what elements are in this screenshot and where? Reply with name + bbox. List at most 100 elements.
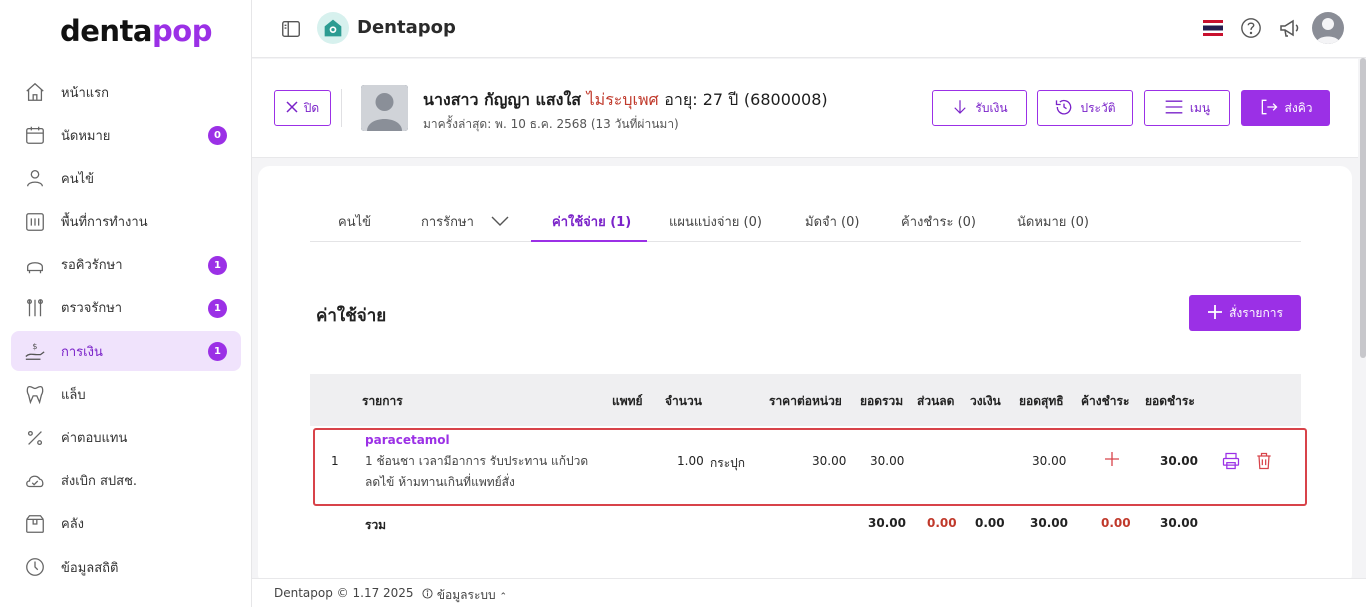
count-badge: 1 [208,342,227,362]
chevron-up-icon: ⌃ [499,592,508,602]
app-title: Dentapop [357,17,456,38]
footer: Dentapop © 1.17 2025 ข้อมูลระบบ ⌃ [252,578,1366,607]
calendar-icon [23,123,47,147]
total-label: รวม [365,518,387,532]
section-title: ค่าใช้จ่าย [316,306,387,326]
item-unit: กระปุก [710,456,746,470]
user-icon [23,166,47,190]
header-outstanding: ค้างชำระ [1081,394,1130,408]
last-visit: มาครั้งล่าสุด: พ. 10 ธ.ค. 2568 (13 วันที… [423,117,679,131]
sidebar-item-finance[interactable]: $ การเงิน 1 [11,331,241,372]
tab-treatment[interactable]: การรักษา [421,211,510,232]
header-net: ยอดสุทธิ [1019,394,1064,408]
sidebar-item-label: ค่าตอบแทน [61,431,128,446]
close-icon [286,100,298,116]
cloud-check-icon [23,469,47,493]
patient-avatar [361,85,408,131]
user-avatar[interactable] [1312,12,1344,44]
header-pay: ยอดชำระ [1145,394,1195,408]
patient-sex: ไม่ระบุเพศ [586,90,659,109]
history-icon [1054,97,1074,120]
item-description: 1 ช้อนชา เวลามีอาการ รับประทาน แก้ปวด ลด… [365,454,589,489]
sidebar-toggle-icon[interactable] [280,18,302,40]
sidebar-item-label: พื้นที่การทำงาน [61,215,148,231]
header-unit-price: ราคาต่อหน่วย [769,394,842,408]
patient-header: ปิด นางสาว กัญญา แสงใส ไม่ระบุเพศ อายุ: … [252,59,1358,158]
sidebar-item-label: หน้าแรก [61,85,109,101]
patient-hn: (6800008) [743,90,828,109]
item-name[interactable]: paracetamol [365,433,450,447]
tab-appointments[interactable]: นัดหมาย (0) [1017,211,1089,232]
sidebar-item-lab[interactable]: แล็บ [11,374,241,414]
sidebar-item-label: รอคิวรักษา [61,258,123,274]
tab-expenses[interactable]: ค่าใช้จ่าย (1) [552,211,631,232]
expenses-card: คนไข้ การรักษา ค่าใช้จ่าย (1) แผนแบ่งจ่า… [258,166,1352,586]
add-item-button[interactable]: สั่งรายการ [1189,295,1301,331]
page-scrollbar[interactable] [1360,58,1366,358]
sidebar-item-examination[interactable]: ตรวจรักษา 1 [11,288,241,328]
close-button[interactable]: ปิด [274,90,331,126]
trash-icon[interactable] [1254,451,1274,474]
sidebar-item-statistics[interactable]: ข้อมูลสถิติ [11,547,241,587]
header-item: รายการ [362,394,403,408]
patient-name: นางสาว กัญญา แสงใส ไม่ระบุเพศ อายุ: 27 ป… [423,90,828,109]
item-total: 30.00 [870,454,905,468]
app-logo[interactable]: dentapop [60,14,212,48]
count-badge: 0 [208,126,227,146]
workspace-icon [23,210,47,234]
chevron-down-icon [490,215,510,231]
sum-credit: 0.00 [975,516,1005,530]
dental-tools-icon [23,296,47,320]
header-doctor: แพทย์ [612,394,643,408]
patient-age: อายุ: 27 ปี [664,90,739,109]
sidebar-item-appointments[interactable]: นัดหมาย 0 [11,115,241,155]
divider [341,89,342,127]
receive-payment-button[interactable]: รับเงิน [932,90,1027,126]
item-pay: 30.00 [1160,454,1198,468]
sidebar-item-label: คลัง [61,517,85,533]
sidebar: dentapop หน้าแรก นัดหมาย 0 คนไข้ พื้นที่… [0,0,252,607]
menu-button[interactable]: เมนู [1144,90,1230,126]
megaphone-icon[interactable] [1278,16,1302,40]
sidebar-item-nhso-claim[interactable]: ส่งเบิก สปสช. [11,461,241,501]
send-queue-button[interactable]: ส่งคิว [1241,90,1330,126]
sum-discount: 0.00 [927,516,957,530]
header-discount: ส่วนลด [917,394,955,408]
tab-outstanding[interactable]: ค้างชำระ (0) [901,211,976,232]
sum-total: 30.00 [868,516,906,530]
count-badge: 1 [208,298,227,318]
header-total: ยอดรวม [860,394,904,408]
sidebar-item-label: ส่งเบิก สปสช. [61,474,138,490]
tab-patient[interactable]: คนไข้ [338,211,371,232]
system-info-link[interactable]: ข้อมูลระบบ ⌃ [422,586,507,605]
item-net: 30.00 [1032,454,1067,468]
header-qty: จำนวน [665,394,702,408]
item-qty: 1.00 [677,454,704,468]
help-icon[interactable] [1240,17,1262,39]
svg-text:$: $ [32,341,37,351]
sidebar-item-label: ตรวจรักษา [61,301,123,317]
chart-icon [23,555,47,579]
table-header: รายการ แพทย์ จำนวน ราคาต่อหน่วย ยอดรวม ส… [310,374,1301,426]
sidebar-item-waiting-queue[interactable]: รอคิวรักษา 1 [11,245,241,285]
arrow-down-icon [951,98,969,119]
sidebar-item-workspace[interactable]: พื้นที่การทำงาน [11,202,241,242]
sidebar-item-compensation[interactable]: ค่าตอบแทน [11,418,241,458]
add-outstanding-icon[interactable] [1104,451,1120,470]
header-credit: วงเงิน [970,394,1001,408]
row-number: 1 [331,454,339,468]
tab-installment[interactable]: แผนแบ่งจ่าย (0) [669,211,762,232]
sidebar-item-label: นัดหมาย [61,128,111,144]
tab-deposit[interactable]: มัดจำ (0) [805,211,859,232]
history-button[interactable]: ประวัติ [1037,90,1133,126]
home-icon [23,80,47,104]
logout-arrow-icon [1259,97,1279,120]
sidebar-item-patients[interactable]: คนไข้ [11,158,241,198]
sidebar-item-label: ข้อมูลสถิติ [61,560,119,576]
print-icon[interactable] [1221,451,1241,474]
sidebar-item-home[interactable]: หน้าแรก [11,72,241,112]
hamburger-icon [1164,98,1184,119]
sidebar-item-inventory[interactable]: คลัง [11,504,241,544]
thai-flag-icon[interactable] [1203,20,1223,36]
active-tab-indicator [531,240,647,242]
